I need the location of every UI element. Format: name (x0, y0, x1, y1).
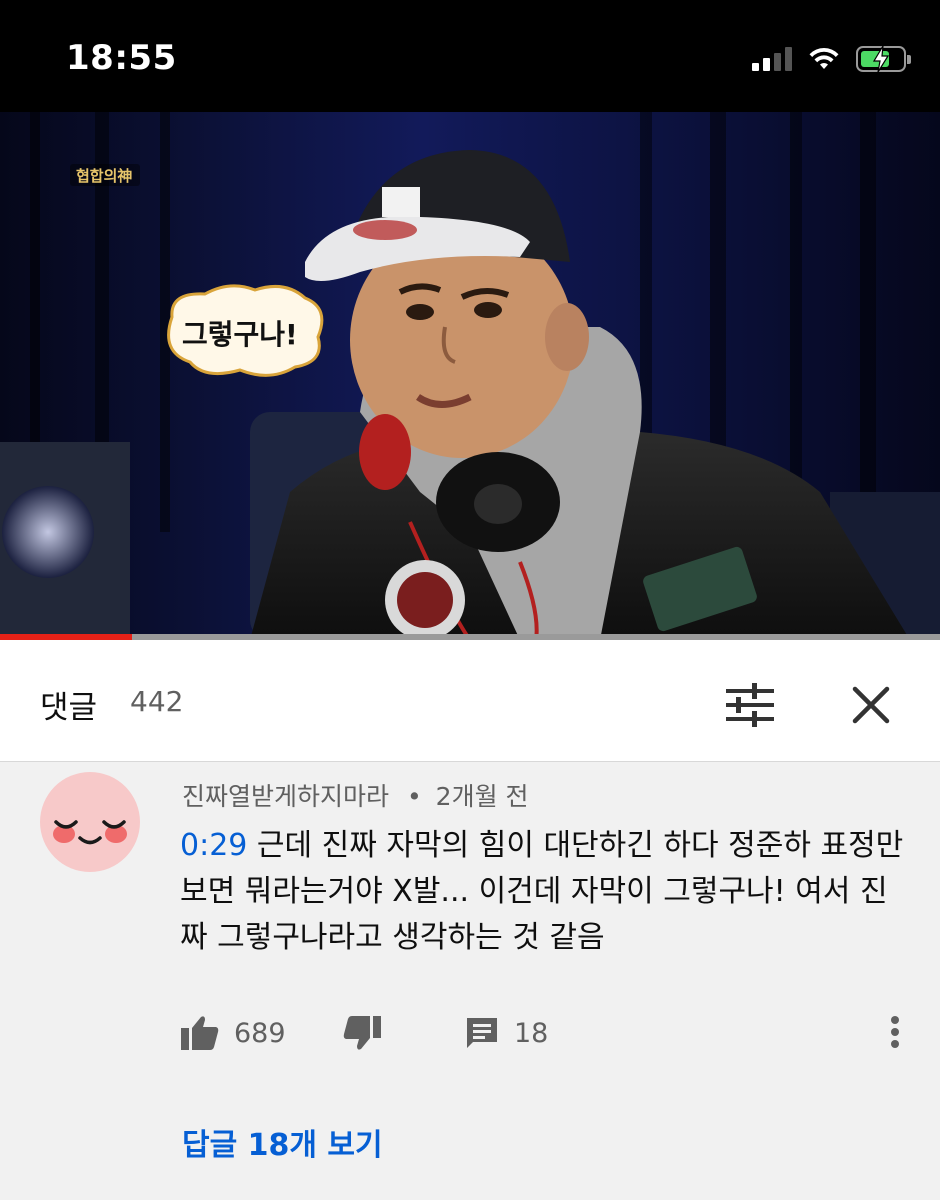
meta-separator: • (406, 782, 422, 811)
wifi-icon (809, 47, 839, 69)
reply-button[interactable]: 18 (464, 1010, 548, 1056)
like-count: 689 (234, 1017, 286, 1049)
avatar[interactable] (40, 772, 140, 872)
battery-icon (856, 45, 911, 73)
comment-meta: 진짜열받게하지마라 • 2개월 전 (182, 777, 529, 813)
status-time: 18:55 (66, 38, 177, 78)
reply-count: 18 (514, 1017, 549, 1049)
charging-bolt-icon (872, 45, 890, 73)
comment-text: 근데 진짜 자막의 힘이 대단하긴 하다 정준하 표정만 보면 뭐라는거야 X발… (180, 828, 904, 955)
comments-header: 댓글 442 (0, 640, 940, 762)
comments-count: 442 (130, 685, 184, 718)
comments-title: 댓글 (40, 690, 98, 726)
thumbs-up-icon (181, 1016, 219, 1050)
sort-icon[interactable] (722, 680, 778, 730)
thumbs-down-icon (343, 1016, 381, 1050)
comment-icon (467, 1018, 497, 1048)
like-button[interactable]: 689 (180, 1010, 286, 1056)
comment-time: 2개월 전 (435, 782, 529, 811)
video-thumbnail: 협합의神 그렇구나! (0, 112, 940, 640)
caption-bubble: 그렇구나! (182, 318, 298, 351)
cellular-signal-icon (752, 47, 792, 71)
comment-author[interactable]: 진짜열받게하지마라 (182, 782, 389, 811)
channel-logo: 협합의神 (76, 167, 132, 185)
status-icons (752, 42, 911, 76)
comment-body: 0:29 근데 진짜 자막의 힘이 대단하긴 하다 정준하 표정만 보면 뭐라는… (180, 823, 910, 961)
view-replies-link[interactable]: 답글 18개 보기 (182, 1120, 383, 1164)
status-bar: 18:55 (0, 0, 940, 112)
more-vert-icon[interactable] (880, 1012, 910, 1052)
dislike-button[interactable] (342, 1010, 382, 1056)
video-player[interactable]: 협합의神 그렇구나! (0, 112, 940, 640)
close-icon[interactable] (846, 680, 896, 730)
timestamp-link[interactable]: 0:29 (180, 828, 247, 863)
comment-actions: 689 18 (180, 1010, 920, 1056)
